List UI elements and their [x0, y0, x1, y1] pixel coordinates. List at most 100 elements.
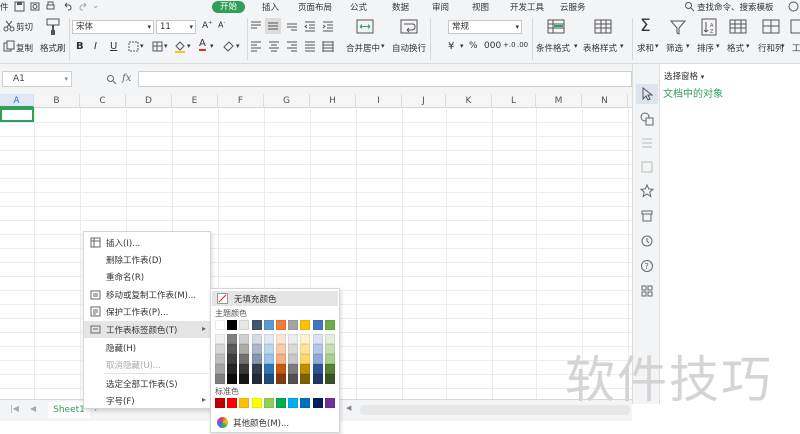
star-icon[interactable] — [640, 184, 654, 198]
standard-color-swatch[interactable] — [263, 398, 274, 408]
redo-icon[interactable] — [78, 1, 89, 12]
currency-icon[interactable]: ¥ — [448, 41, 454, 52]
standard-color-swatch[interactable] — [312, 398, 323, 408]
align-right-icon[interactable] — [286, 40, 298, 52]
theme-color-swatch[interactable] — [227, 320, 238, 330]
standard-color-swatch[interactable] — [215, 398, 225, 408]
theme-shade-swatch[interactable] — [251, 364, 262, 374]
menu-item-move-copy[interactable]: 移动或复制工作表(M)... — [84, 286, 210, 303]
cell-style-icon[interactable] — [152, 41, 163, 52]
column-header-m[interactable]: M — [536, 94, 582, 108]
theme-shade-swatch[interactable] — [288, 374, 299, 384]
theme-shade-swatch[interactable] — [251, 344, 262, 354]
underline-icon[interactable]: U — [110, 41, 117, 52]
font-name-select[interactable]: 宋体 ▾ — [72, 20, 154, 34]
increase-decimal-icon[interactable]: +.0 — [503, 41, 516, 49]
decrease-font-icon[interactable]: A- — [218, 20, 225, 30]
theme-color-swatch[interactable] — [312, 320, 323, 330]
menu-tab-developer[interactable]: 开发工具 — [510, 1, 544, 13]
theme-shade-swatch[interactable] — [276, 344, 286, 354]
copy-button[interactable]: 复制 — [16, 42, 33, 54]
theme-shade-swatch[interactable] — [324, 354, 335, 364]
number-format-select[interactable]: 常规 ▾ — [448, 20, 522, 34]
theme-shade-swatch[interactable] — [300, 374, 311, 384]
standard-color-swatch[interactable] — [276, 398, 286, 408]
theme-color-swatch[interactable] — [300, 320, 311, 330]
theme-shade-swatch[interactable] — [300, 354, 311, 364]
column-header-e[interactable]: E — [172, 94, 218, 108]
align-middle-button[interactable] — [265, 18, 281, 34]
theme-shade-swatch[interactable] — [263, 364, 274, 374]
apps-grid-icon[interactable] — [640, 284, 654, 298]
help-icon[interactable] — [788, 1, 799, 12]
theme-shade-swatch[interactable] — [239, 354, 250, 364]
rows-cols-button[interactable]: 行和列 — [758, 42, 784, 54]
cut-button[interactable]: 剪切 — [16, 21, 33, 33]
no-fill-color-item[interactable]: 无填充颜色 — [212, 291, 338, 306]
column-header-c[interactable]: C — [80, 94, 126, 108]
save-icon[interactable] — [14, 1, 25, 12]
standard-color-swatch[interactable] — [300, 398, 311, 408]
print-icon[interactable] — [45, 1, 56, 12]
theme-shade-swatch[interactable] — [276, 364, 286, 374]
percent-icon[interactable]: % — [469, 41, 478, 51]
theme-shade-swatch[interactable] — [215, 374, 225, 384]
theme-color-swatch[interactable] — [215, 320, 225, 330]
sort-button[interactable]: 排序 — [697, 42, 714, 54]
backup-icon[interactable] — [640, 160, 654, 174]
select-tool-button[interactable] — [636, 84, 658, 104]
distributed-align-icon[interactable] — [322, 40, 334, 52]
theme-shade-swatch[interactable] — [215, 344, 225, 354]
prev-sheet-icon[interactable]: ◀ — [30, 404, 36, 413]
menu-tab-data[interactable]: 数据 — [392, 1, 409, 13]
menu-tab-view[interactable]: 视图 — [472, 1, 489, 13]
align-top-icon[interactable] — [250, 20, 262, 32]
active-cell-a1[interactable] — [0, 108, 34, 122]
theme-shade-swatch[interactable] — [324, 334, 335, 344]
print-preview-icon[interactable] — [30, 1, 41, 12]
zoom-search-icon[interactable] — [106, 74, 117, 85]
table-style-dropdown-icon[interactable]: ▾ — [620, 42, 624, 50]
conditional-format-button[interactable]: 条件格式 — [536, 42, 570, 54]
currency-dropdown-icon[interactable]: ▾ — [460, 42, 464, 50]
align-left-icon[interactable] — [250, 40, 262, 52]
menu-tab-page-layout[interactable]: 页面布局 — [298, 1, 332, 13]
sum-dropdown-icon[interactable]: ▾ — [655, 42, 659, 50]
standard-color-swatch[interactable] — [324, 398, 335, 408]
menu-tab-file[interactable]: 件 — [0, 1, 9, 13]
menu-tab-insert[interactable]: 插入 — [262, 1, 279, 13]
table-style-button[interactable]: 表格样式 — [583, 42, 617, 54]
font-color-icon[interactable]: A — [199, 39, 206, 51]
theme-color-swatch[interactable] — [288, 320, 299, 330]
theme-shade-swatch[interactable] — [239, 334, 250, 344]
filter-button[interactable]: 筛选 — [666, 42, 683, 54]
theme-shade-swatch[interactable] — [227, 364, 238, 374]
fx-icon[interactable]: fx — [122, 73, 131, 84]
column-header-l[interactable]: L — [492, 94, 536, 108]
menu-item-tab-color[interactable]: 工作表标签颜色(T) ▸ — [84, 321, 210, 338]
column-header-f[interactable]: F — [218, 94, 264, 108]
column-header-g[interactable]: G — [264, 94, 310, 108]
theme-shade-swatch[interactable] — [251, 354, 262, 364]
archive-icon[interactable] — [640, 209, 654, 223]
formula-input[interactable] — [138, 71, 632, 87]
theme-shade-swatch[interactable] — [227, 374, 238, 384]
name-box[interactable]: A1 ▾ — [2, 71, 72, 87]
align-center-icon[interactable] — [268, 40, 280, 52]
clear-format-icon[interactable] — [222, 40, 235, 52]
theme-shade-swatch[interactable] — [276, 334, 286, 344]
format-dropdown-icon[interactable]: ▾ — [746, 42, 750, 50]
conditional-format-dropdown-icon[interactable]: ▾ — [574, 42, 578, 50]
indent-decrease-icon[interactable] — [304, 20, 316, 32]
theme-shade-swatch[interactable] — [263, 354, 274, 364]
merge-dropdown-icon[interactable]: ▾ — [381, 42, 385, 50]
menu-tab-cloud[interactable]: 云服务 — [560, 1, 586, 13]
theme-shade-swatch[interactable] — [276, 374, 286, 384]
theme-shade-swatch[interactable] — [312, 344, 323, 354]
clear-dropdown-icon[interactable]: ▾ — [236, 42, 240, 50]
menu-tab-review[interactable]: 审阅 — [432, 1, 449, 13]
undo-icon[interactable] — [62, 1, 73, 12]
column-header-n[interactable]: N — [582, 94, 628, 108]
theme-shade-swatch[interactable] — [312, 354, 323, 364]
theme-shade-swatch[interactable] — [324, 374, 335, 384]
